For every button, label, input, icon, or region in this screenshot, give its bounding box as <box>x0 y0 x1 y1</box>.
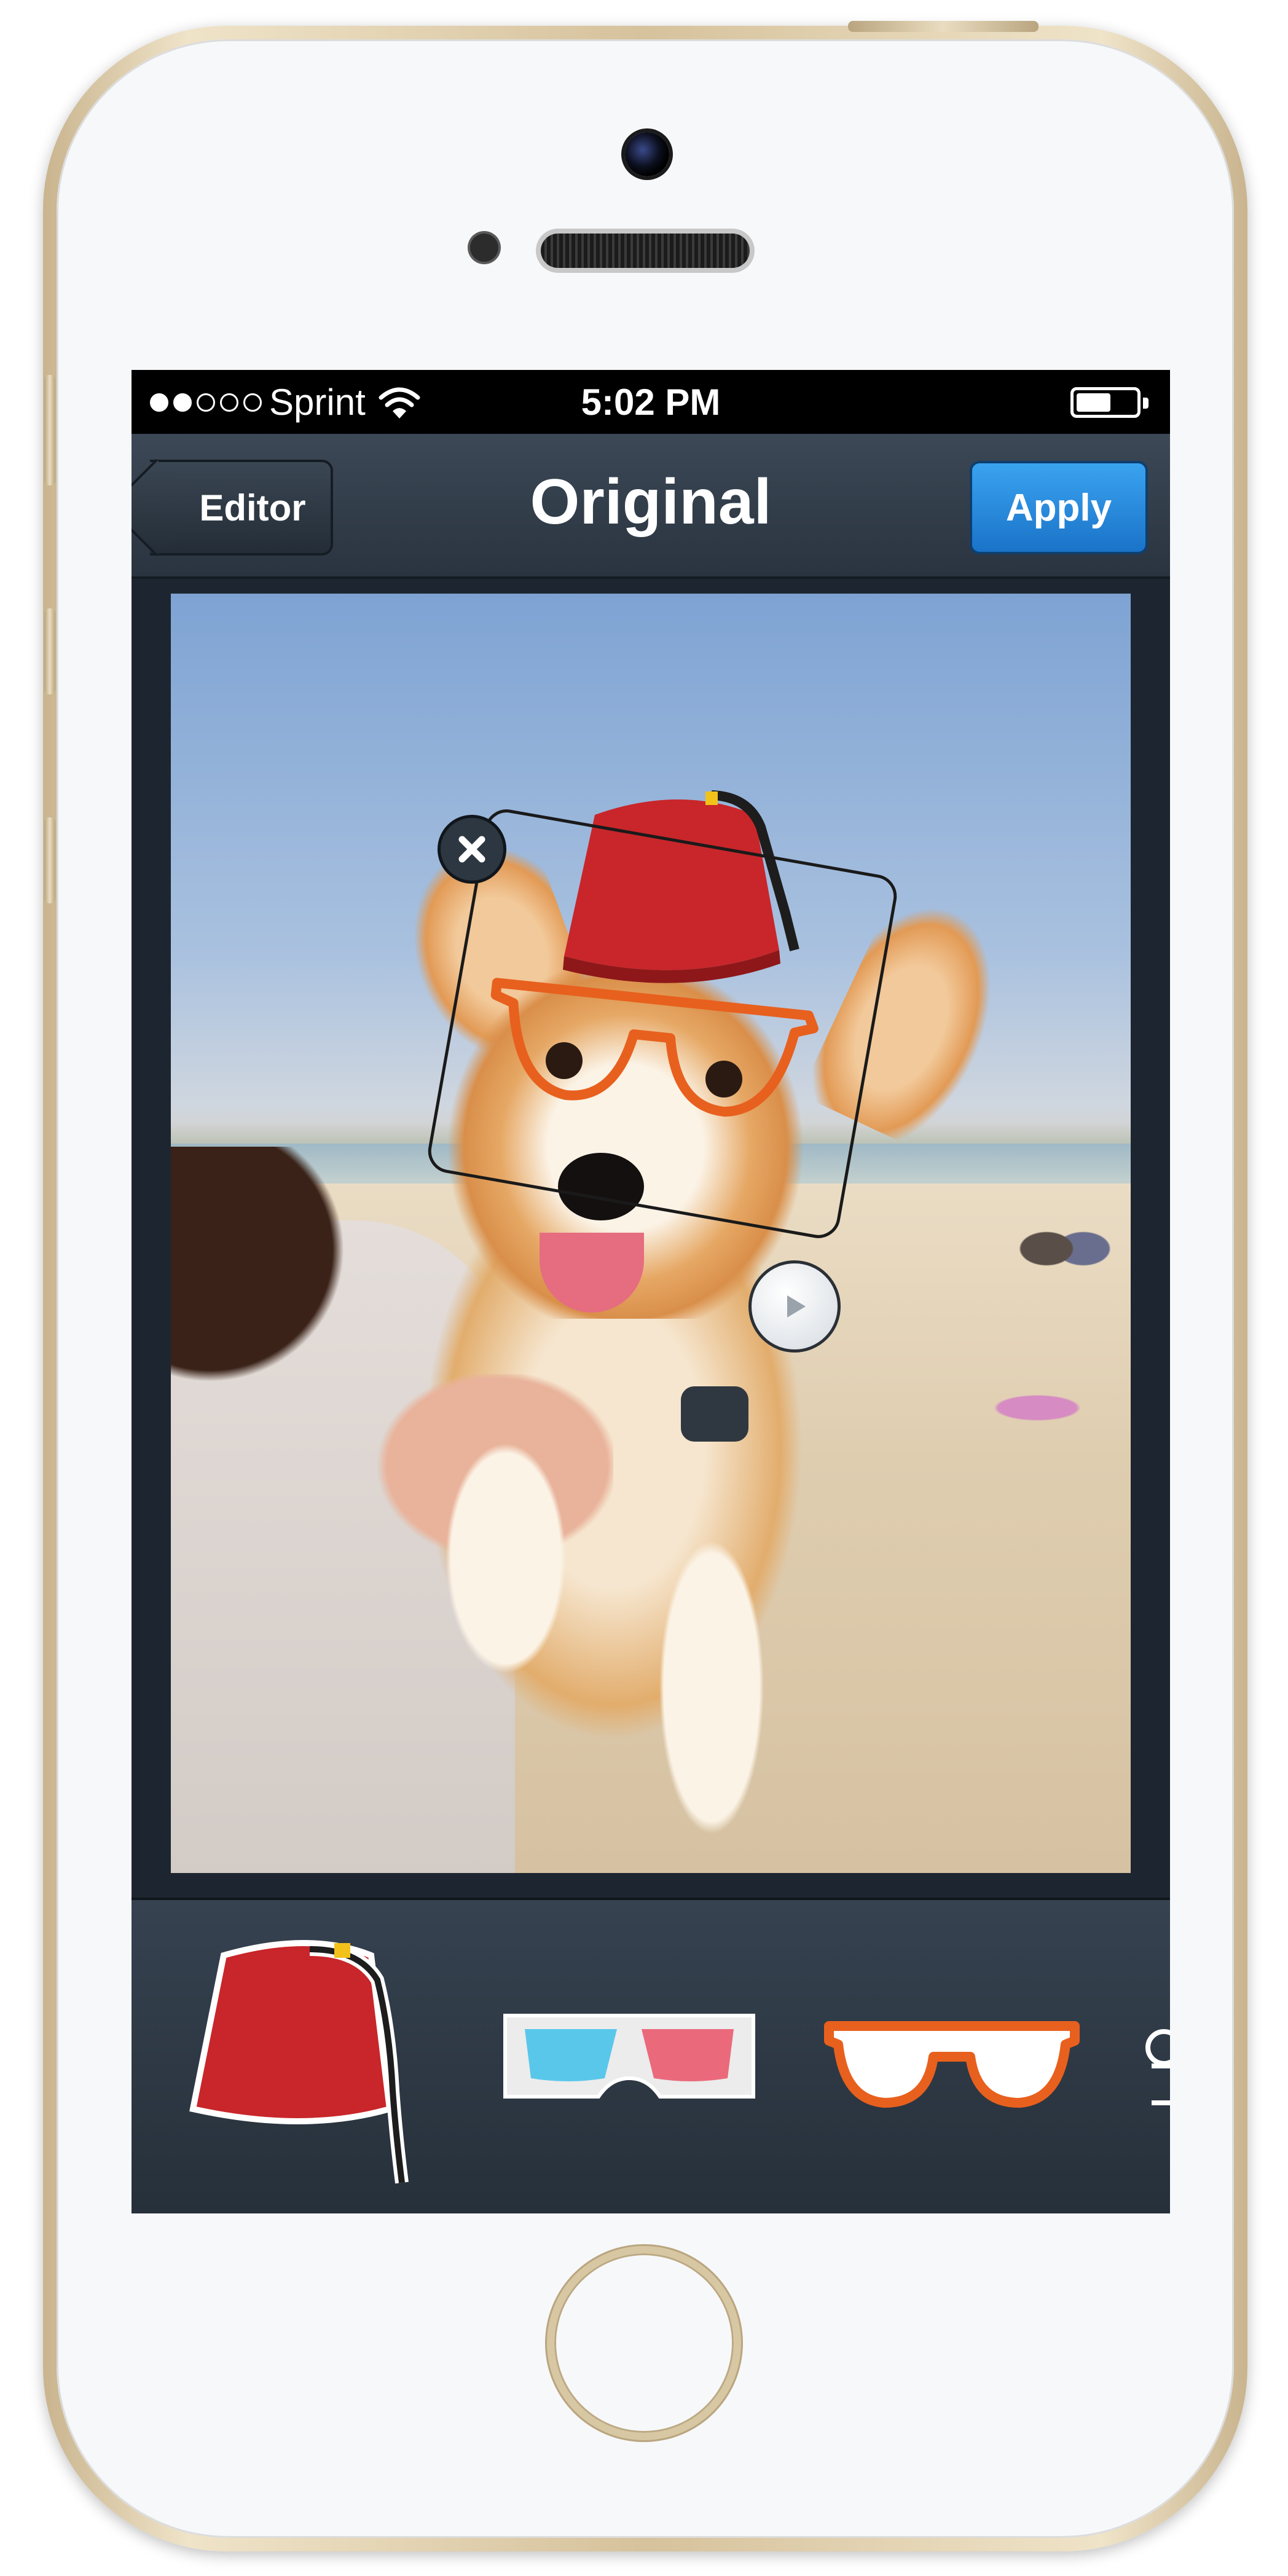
background-towel <box>976 1389 1099 1426</box>
dog-leg <box>650 1515 773 1859</box>
front-camera <box>625 132 669 176</box>
resize-arrow-icon <box>787 1295 806 1317</box>
earpiece-speaker <box>541 234 750 268</box>
fez-icon[interactable] <box>181 1937 426 2195</box>
power-button <box>848 21 1039 32</box>
delete-sticker-handle[interactable] <box>438 815 506 884</box>
3d-glasses-icon[interactable] <box>500 2011 758 2109</box>
back-button-label: Editor <box>199 487 306 528</box>
dog-tag <box>681 1386 748 1442</box>
status-time: 5:02 PM <box>581 382 721 423</box>
close-icon <box>458 836 485 863</box>
app-screen: Sprint 5:02 PM Editor Original Apply <box>132 370 1170 2213</box>
sticker-tray <box>132 1898 1170 2213</box>
battery-icon <box>1070 387 1149 418</box>
volume-down-button <box>44 817 55 903</box>
partial-sticker-icon[interactable] <box>1139 2011 1170 2134</box>
person-hair <box>171 1147 367 1405</box>
background-people <box>1019 1208 1111 1276</box>
proximity-sensor <box>470 234 498 262</box>
orange-glasses-icon[interactable] <box>823 2014 1081 2112</box>
photo-canvas[interactable] <box>171 594 1131 1873</box>
battery-tip <box>1143 398 1149 409</box>
navigation-bar: Editor Original Apply <box>132 434 1170 579</box>
status-bar: Sprint 5:02 PM <box>132 370 1170 434</box>
apply-button[interactable]: Apply <box>970 461 1148 554</box>
mute-switch <box>44 375 55 485</box>
volume-up-button <box>44 608 55 694</box>
home-button[interactable] <box>547 2246 741 2440</box>
battery-level <box>1077 393 1110 412</box>
rotate-resize-handle[interactable] <box>748 1260 841 1353</box>
dog-leg <box>435 1423 576 1694</box>
